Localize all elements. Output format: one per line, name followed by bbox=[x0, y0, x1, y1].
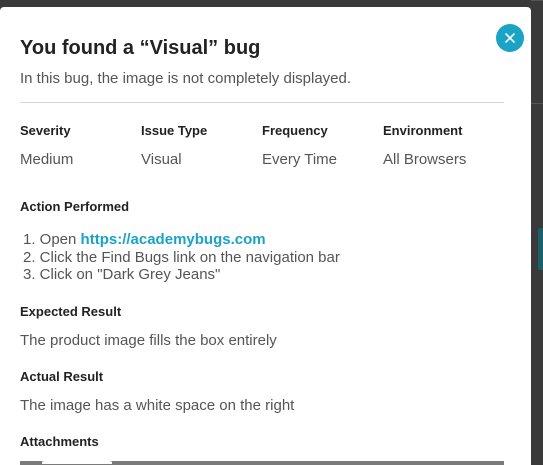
action-performed-label: Action Performed bbox=[20, 199, 130, 214]
issue-type-field: Issue Type Visual bbox=[141, 123, 261, 168]
expected-result-label: Expected Result bbox=[20, 304, 122, 319]
environment-value: All Browsers bbox=[383, 151, 467, 168]
severity-value: Medium bbox=[20, 151, 74, 168]
attachment-image[interactable] bbox=[20, 461, 504, 465]
severity-field: Severity Medium bbox=[20, 123, 140, 168]
frequency-label: Frequency bbox=[262, 123, 328, 138]
severity-label: Severity bbox=[20, 123, 71, 138]
attachment-thumbnail-edge bbox=[42, 461, 112, 464]
action-step: 3. Click on "Dark Grey Jeans" bbox=[23, 266, 221, 283]
frequency-field: Frequency Every Time bbox=[262, 123, 382, 168]
environment-field: Environment All Browsers bbox=[383, 123, 503, 168]
issue-type-label: Issue Type bbox=[141, 123, 208, 138]
step-1-text: 1. Open bbox=[23, 231, 81, 248]
action-steps-list: 1. Open https://academybugs.com 2. Click… bbox=[23, 231, 340, 284]
modal-subtitle: In this bug, the image is not completely… bbox=[20, 70, 352, 87]
bug-details-modal: You found a “Visual” bug In this bug, th… bbox=[0, 7, 531, 465]
actual-result-label: Actual Result bbox=[20, 369, 104, 384]
backdrop-divider bbox=[531, 0, 543, 1]
divider bbox=[20, 102, 504, 103]
action-step: 1. Open https://academybugs.com bbox=[23, 231, 340, 249]
academybugs-link[interactable]: https://academybugs.com bbox=[81, 231, 266, 248]
attachments-label: Attachments bbox=[20, 434, 99, 449]
expected-result-text: The product image fills the box entirely bbox=[20, 332, 277, 349]
close-icon bbox=[505, 33, 515, 43]
issue-type-value: Visual bbox=[141, 151, 182, 168]
environment-label: Environment bbox=[383, 123, 463, 138]
close-button[interactable] bbox=[496, 24, 524, 52]
action-step: 2. Click the Find Bugs link on the navig… bbox=[23, 248, 340, 266]
backdrop-divider bbox=[531, 103, 543, 104]
backdrop-side-tab bbox=[538, 228, 543, 270]
actual-result-text: The image has a white space on the right bbox=[20, 397, 295, 414]
frequency-value: Every Time bbox=[262, 151, 338, 168]
modal-title: You found a “Visual” bug bbox=[20, 37, 261, 59]
